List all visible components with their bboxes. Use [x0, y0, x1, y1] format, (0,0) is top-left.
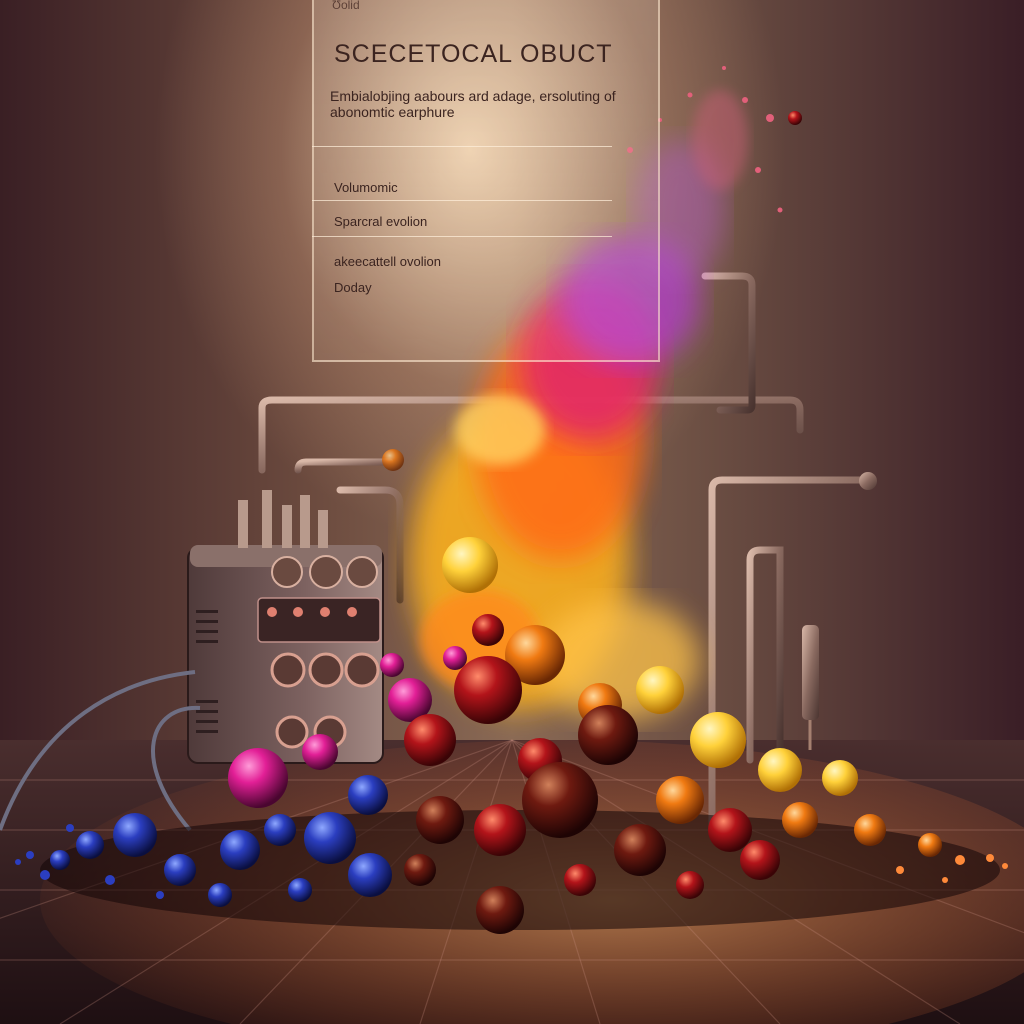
panel-item: Volumomic — [334, 180, 398, 195]
panel-item: Doday — [334, 280, 372, 295]
scene: Ʊolid SCECETOCAL OBUCT Embialobjing aabo… — [0, 0, 1024, 1024]
panel-title: SCECETOCAL OBUCT — [334, 40, 613, 68]
divider — [312, 146, 612, 147]
divider — [312, 200, 612, 201]
panel-item: Sparcral evolion — [334, 214, 428, 229]
panel-tab: Ʊolid — [332, 0, 360, 12]
panel-description: Embialobjing aabours ard adage, ersoluti… — [330, 88, 616, 120]
divider — [312, 236, 612, 237]
control-unit — [187, 490, 384, 764]
panel-item: akeecattell ovolion — [334, 254, 441, 269]
terminals — [238, 490, 328, 548]
